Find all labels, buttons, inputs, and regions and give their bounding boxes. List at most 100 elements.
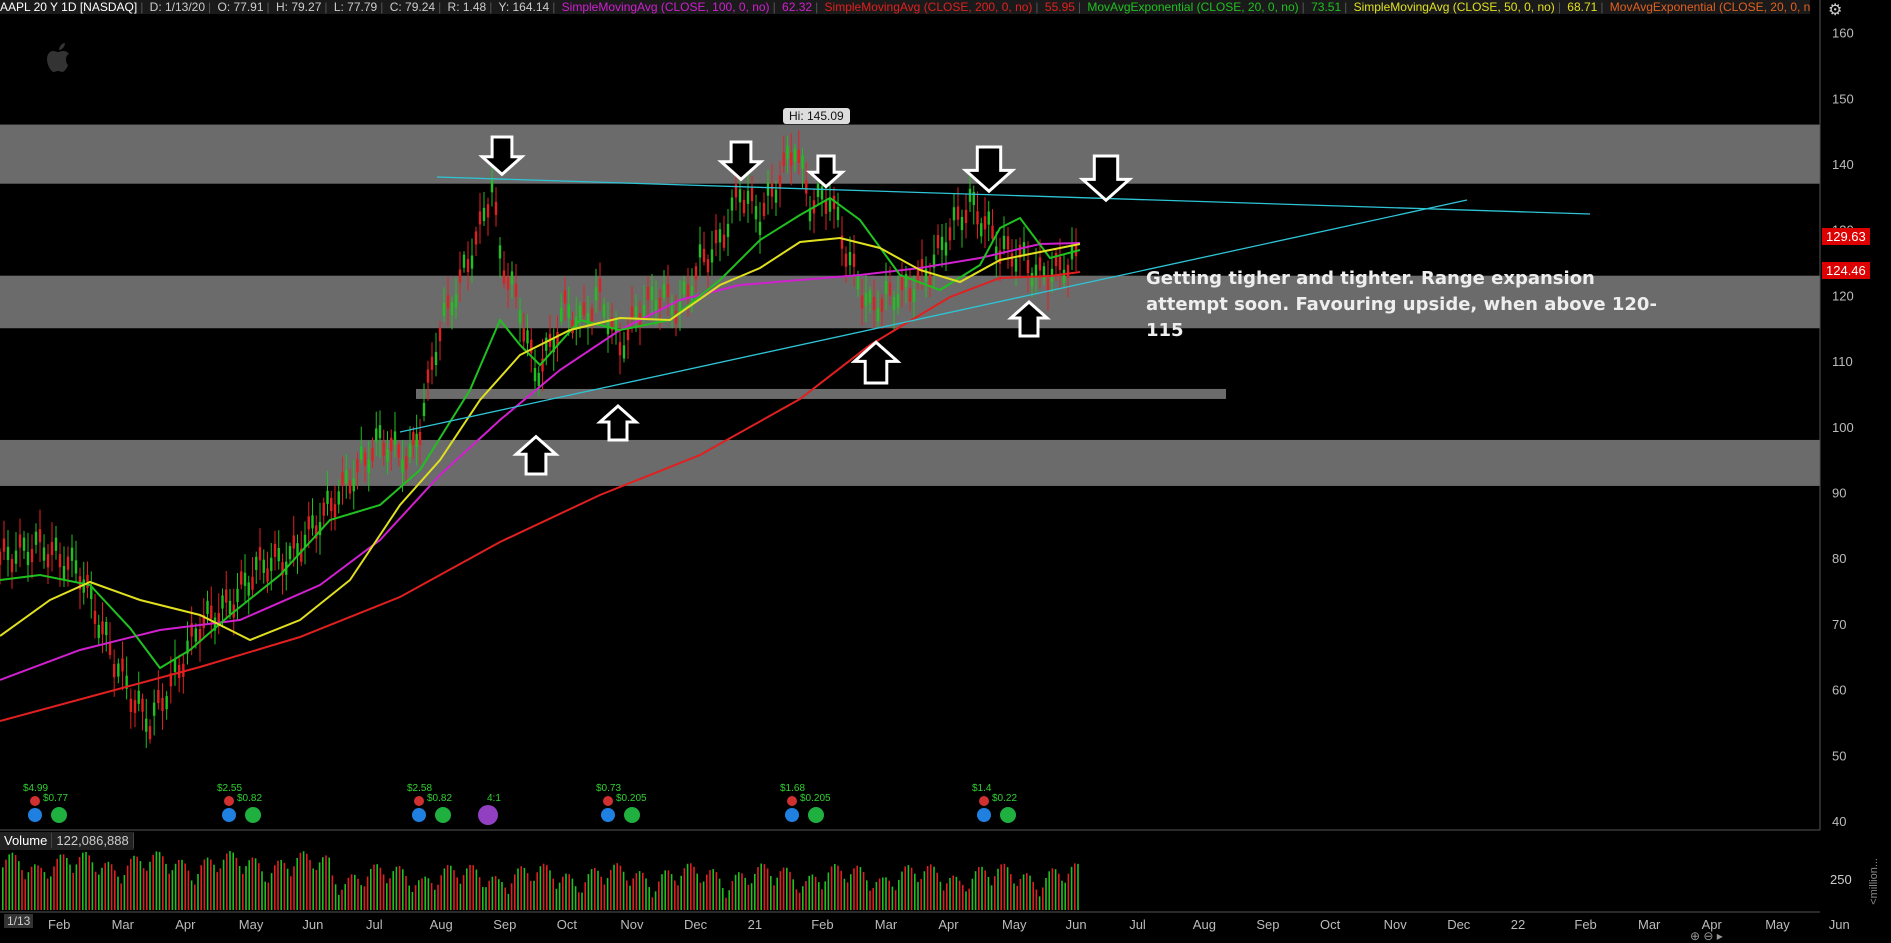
candle-body: [646, 286, 650, 300]
scroll-controls[interactable]: ⊕ ⊖ ▸: [1690, 929, 1723, 943]
event-dividend-icon: [1000, 807, 1016, 823]
event-eps: $0.77: [43, 793, 68, 804]
volume-bar: [808, 875, 810, 910]
y-tick-label: 60: [1832, 683, 1846, 698]
arrow-up: [850, 340, 902, 385]
volume-bar: [546, 865, 548, 910]
volume-bar: [232, 852, 234, 910]
volume-unit: <million...: [1868, 858, 1880, 905]
support-band: [416, 388, 1226, 399]
volume-bar: [5, 859, 7, 910]
candle-body: [1042, 266, 1046, 280]
candle-body: [722, 234, 726, 248]
volume-bar: [1032, 881, 1034, 910]
candle-body: [470, 255, 474, 269]
candle-body: [348, 480, 352, 494]
candle-body: [506, 276, 510, 290]
x-tick-label: Oct: [1320, 917, 1341, 932]
candle-body: [510, 271, 514, 285]
price-chart[interactable]: 405060708090100110120130140150160 FebMar…: [0, 0, 1891, 940]
candle-body: [18, 534, 22, 548]
volume-bar: [101, 867, 103, 910]
volume-bar: [907, 865, 910, 910]
volume-bar: [450, 865, 452, 910]
candle-body: [228, 600, 232, 614]
volume-bar: [114, 870, 116, 910]
volume-bar: [866, 880, 868, 910]
candle-body: [243, 572, 247, 586]
event-eps: $0.205: [616, 793, 647, 804]
volume-bar: [318, 862, 321, 910]
volume-bar: [933, 866, 935, 910]
volume-bar: [78, 856, 81, 910]
candle-body: [514, 283, 518, 297]
volume-bar: [91, 862, 94, 910]
candle-body: [1010, 253, 1014, 267]
event-info-icon: [601, 808, 615, 822]
volume-bar: [539, 866, 542, 910]
candle-body: [386, 449, 389, 463]
y-tick-label: 40: [1832, 814, 1846, 829]
volume-bar: [690, 863, 692, 910]
volume-bar: [923, 871, 926, 910]
candle-body: [987, 211, 990, 225]
volume-bar: [437, 884, 439, 910]
volume-bar: [574, 886, 577, 910]
candle-body: [1030, 272, 1034, 287]
candle-body: [262, 559, 265, 573]
volume-bar: [901, 871, 903, 910]
volume-bar: [120, 883, 122, 910]
candle-body: [567, 304, 570, 318]
candle-body: [502, 270, 506, 284]
volume-bar: [696, 873, 698, 910]
volume-bar: [56, 858, 58, 910]
event-info-icon: [222, 808, 236, 822]
candle-body: [352, 478, 355, 492]
volume-bar: [552, 878, 554, 910]
candle-body: [828, 198, 832, 212]
candle-body: [1058, 256, 1062, 271]
volume-bar: [309, 859, 311, 910]
volume-bar: [859, 866, 862, 910]
volume-bar: [424, 876, 426, 910]
volume-bar: [251, 857, 254, 910]
volume-bar: [85, 851, 87, 910]
candle-body: [434, 351, 438, 366]
volume-bar: [469, 864, 471, 910]
volume-bar: [699, 882, 702, 910]
volume-bar: [254, 858, 257, 910]
volume-bar: [875, 881, 878, 910]
volume-bar: [962, 884, 964, 910]
volume-bar: [1077, 863, 1079, 910]
candle-body: [330, 497, 333, 512]
x-tick-label: 22: [1511, 917, 1525, 932]
volume-bar: [856, 865, 858, 910]
event-earnings-icon: [30, 796, 40, 806]
volume-bar: [34, 864, 36, 910]
candle-body: [896, 294, 900, 308]
x-tick-label: Mar: [112, 917, 135, 932]
volume-bar: [18, 861, 20, 910]
volume-bar: [187, 870, 190, 910]
candle-body: [944, 242, 948, 256]
volume-bar: [328, 857, 330, 910]
volume-bar: [581, 892, 583, 910]
volume-bar: [1035, 889, 1038, 910]
event-eps: $0.22: [992, 793, 1017, 804]
volume-bar: [978, 867, 980, 910]
volume-bar: [926, 866, 929, 910]
volume-bar: [706, 874, 708, 910]
volume-bar: [638, 871, 641, 910]
volume-bar: [386, 883, 388, 910]
candle-body: [650, 286, 654, 300]
candle-body: [778, 175, 782, 189]
volume-bar: [293, 866, 295, 910]
volume-bar: [104, 863, 106, 910]
candle-body: [754, 206, 758, 220]
x-tick-label: May: [1765, 917, 1790, 932]
volume-bar: [757, 866, 759, 910]
volume-bar: [603, 884, 606, 910]
candle-body: [86, 574, 89, 588]
candle-body: [774, 189, 778, 203]
volume-bar: [411, 891, 414, 910]
